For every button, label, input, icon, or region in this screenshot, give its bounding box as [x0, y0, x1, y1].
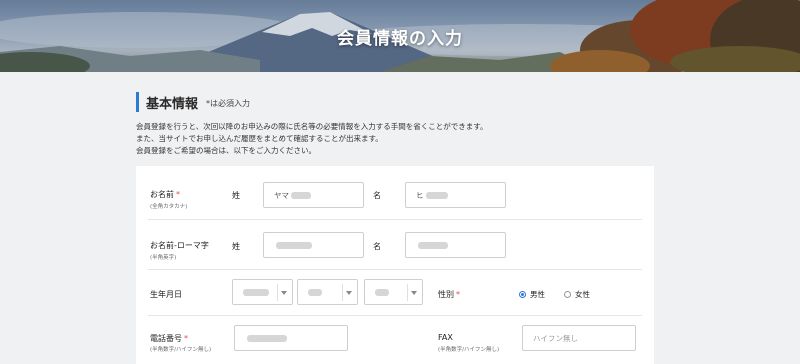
chevron-down-icon — [411, 291, 417, 295]
radio-selected-icon — [519, 291, 526, 298]
birth-day-select[interactable] — [364, 279, 423, 305]
roman-name-row: お名前-ローマ字 (半角英字) 姓 名 — [148, 220, 642, 270]
intro-line: 会員登録を行うと、次回以降のお申込みの際に氏名等の必要情報を入力する手間を省くこ… — [136, 122, 488, 131]
phone-input[interactable] — [234, 325, 348, 351]
gender-male-radio[interactable]: 男性 — [519, 289, 545, 300]
name-label: お名前 * — [150, 190, 180, 199]
phone-sub-label: (半角数字/ハイフン無し) — [150, 347, 212, 353]
page-banner: 会員情報の入力 — [0, 0, 800, 72]
intro-line: また、当サイトでお申し込んだ履歴をまとめて確認することが出来ます。 — [136, 134, 383, 143]
name-row: お名前 * (全角カタカナ) 姓 ヤマ 名 ヒ — [148, 166, 642, 220]
section-header: 基本情報 *は必須入力 — [136, 92, 250, 112]
fax-input[interactable]: ハイフン無し — [522, 325, 636, 351]
name-sei-input[interactable]: ヤマ — [263, 182, 364, 208]
fax-sub-label: (半角数字/ハイフン無し) — [438, 347, 500, 353]
name-sub-label: (全角カタカナ) — [150, 204, 188, 210]
chevron-down-icon — [281, 291, 287, 295]
section-title: 基本情報 — [146, 96, 199, 112]
gender-female-radio[interactable]: 女性 — [564, 289, 590, 300]
gender-label: 性別 * — [438, 290, 460, 299]
roman-sei-input[interactable] — [263, 232, 364, 258]
phone-label: 電話番号 * — [150, 334, 188, 343]
roman-mei-input[interactable] — [405, 232, 506, 258]
fax-label: FAX — [438, 333, 453, 342]
roman-name-label: お名前-ローマ字 — [150, 241, 209, 250]
birth-month-select[interactable] — [297, 279, 358, 305]
birthdate-label: 生年月日 — [150, 290, 182, 299]
birth-year-select[interactable] — [232, 279, 293, 305]
chevron-down-icon — [346, 291, 352, 295]
member-form-card: お名前 * (全角カタカナ) 姓 ヤマ 名 ヒ お名前-ローマ字 (半角英字) 姓… — [136, 166, 654, 364]
roman-mei-label: 名 — [373, 242, 381, 251]
intro-line: 会員登録をご希望の場合は、以下をご入力ください。 — [136, 146, 316, 155]
birth-gender-row: 生年月日 性別 * 男性 女性 — [148, 270, 642, 316]
required-note: *は必須入力 — [206, 99, 251, 108]
name-mei-input[interactable]: ヒ — [405, 182, 506, 208]
page-title: 会員情報の入力 — [337, 28, 463, 49]
roman-name-sub-label: (半角英字) — [150, 255, 177, 261]
intro-text: 会員登録を行うと、次回以降のお申込みの際に氏名等の必要情報を入力する手間を省くこ… — [136, 121, 656, 157]
mei-label: 名 — [373, 191, 381, 200]
phone-fax-row: 電話番号 * (半角数字/ハイフン無し) FAX (半角数字/ハイフン無し) ハイ… — [148, 316, 642, 364]
roman-sei-label: 姓 — [232, 242, 240, 251]
sei-label: 姓 — [232, 191, 240, 200]
radio-unselected-icon — [564, 291, 571, 298]
